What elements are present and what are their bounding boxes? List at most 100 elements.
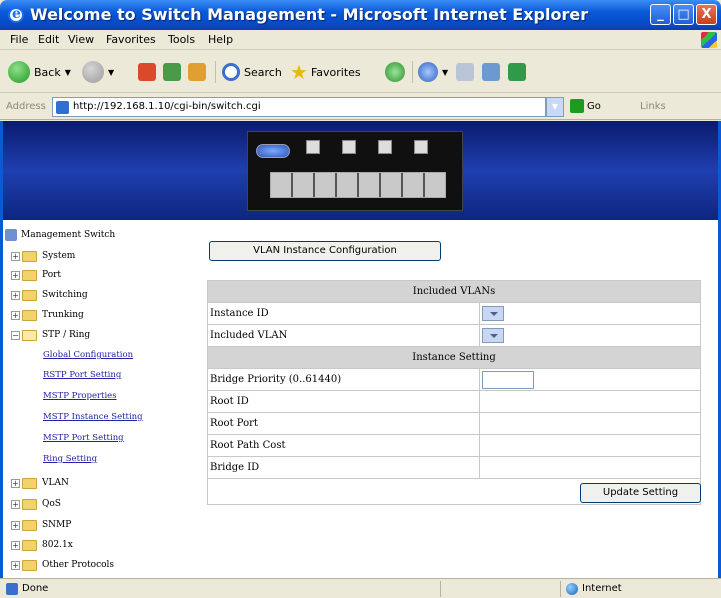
bridge-priority-input[interactable] — [482, 370, 534, 389]
minimize-button[interactable]: _ — [650, 4, 671, 25]
window-titlebar[interactable]: Welcome to Switch Management - Microsoft… — [0, 0, 721, 30]
tree-item-snmp[interactable]: + SNMP — [11, 517, 71, 533]
links-button[interactable]: Links — [640, 101, 666, 112]
tree-item-label: Port — [42, 270, 62, 280]
menu-help[interactable]: Help — [208, 33, 233, 46]
link-mstp-instance-setting[interactable]: MSTP Instance Setting — [43, 412, 143, 422]
included-vlan-label: Included VLAN — [207, 324, 480, 347]
back-dropdown-icon: ▼ — [64, 67, 71, 77]
link-mstp-properties[interactable]: MSTP Properties — [43, 391, 117, 401]
messenger-button[interactable] — [508, 59, 530, 85]
tree-item-qos[interactable]: + QoS — [11, 496, 61, 512]
tree-item-label: System — [42, 251, 76, 261]
search-icon — [222, 63, 240, 81]
home-icon — [188, 63, 206, 81]
expand-icon[interactable]: + — [11, 540, 20, 550]
close-button[interactable]: X — [696, 4, 717, 25]
menu-file[interactable]: File — [10, 33, 28, 46]
maximize-button[interactable]: □ — [673, 4, 694, 25]
tree-item-8021x[interactable]: + 802.1x — [11, 537, 73, 553]
status-bar: Done Internet — [0, 578, 721, 598]
tree-item-stp-ring[interactable]: − STP / Ring — [11, 327, 90, 343]
main-pane: VLAN Instance Configuration Included VLA… — [203, 223, 718, 578]
port-led-icon — [342, 140, 356, 154]
root-id-value — [479, 390, 701, 413]
tree-item-label: Switching — [42, 290, 88, 300]
tree-item-switching[interactable]: + Switching — [11, 287, 88, 303]
expand-icon[interactable]: + — [11, 560, 20, 570]
tree-item-port[interactable]: + Port — [11, 267, 61, 283]
tree-item-other-protocols[interactable]: + Other Protocols — [11, 557, 114, 573]
switch-banner — [3, 121, 718, 220]
toolbar: Back ▼ ▼ Search ★ Favorites ▼ — [0, 51, 721, 93]
link-global-configuration[interactable]: Global Configuration — [43, 350, 133, 360]
favorites-button[interactable]: ★ Favorites — [290, 59, 361, 85]
root-id-label: Root ID — [207, 390, 480, 413]
go-button[interactable]: Go — [570, 99, 601, 113]
window-title: Welcome to Switch Management - Microsoft… — [30, 5, 589, 24]
home-button[interactable] — [188, 59, 210, 85]
mail-button[interactable]: ▼ — [418, 59, 448, 85]
expand-icon[interactable]: + — [11, 310, 20, 320]
expand-icon[interactable]: + — [11, 478, 20, 488]
back-button[interactable]: Back ▼ — [8, 59, 71, 85]
address-label: Address — [6, 101, 46, 112]
switch-device-image — [247, 131, 463, 211]
open-folder-icon — [22, 329, 37, 341]
forward-dropdown-icon: ▼ — [108, 67, 115, 77]
folder-icon — [22, 519, 37, 531]
menu-tools[interactable]: Tools — [168, 33, 195, 46]
refresh-button[interactable] — [163, 59, 185, 85]
included-vlan-cell — [479, 324, 701, 347]
mail-dropdown-icon: ▼ — [442, 67, 449, 77]
vlan-instance-configuration-button[interactable]: VLAN Instance Configuration — [209, 241, 441, 261]
security-zone: Internet — [582, 583, 622, 594]
search-label: Search — [244, 65, 282, 79]
folder-icon — [22, 477, 37, 489]
instance-id-select[interactable] — [482, 306, 504, 321]
search-button[interactable]: Search — [222, 59, 282, 85]
root-path-cost-value — [479, 434, 701, 457]
address-input[interactable]: http://192.168.1.10/cgi-bin/switch.cgi — [52, 97, 546, 117]
stop-button[interactable] — [138, 59, 160, 85]
menu-favorites[interactable]: Favorites — [106, 33, 156, 46]
bridge-id-value — [479, 456, 701, 479]
tree-item-label: Trunking — [42, 310, 84, 320]
update-setting-button[interactable]: Update Setting — [580, 483, 701, 503]
link-ring-setting[interactable]: Ring Setting — [43, 454, 97, 464]
expand-icon[interactable]: + — [11, 290, 20, 300]
port-led-icon — [414, 140, 428, 154]
tree-item-vlan[interactable]: + VLAN — [11, 475, 69, 491]
page-icon — [56, 101, 69, 114]
menu-edit[interactable]: Edit — [38, 33, 59, 46]
refresh-icon — [163, 63, 181, 81]
tree-item-trunking[interactable]: + Trunking — [11, 307, 84, 323]
instance-id-cell — [479, 302, 701, 325]
history-button[interactable] — [385, 59, 409, 85]
expand-icon[interactable]: + — [11, 270, 20, 280]
page-content: Management Switch + System + Port + Swit… — [0, 121, 721, 578]
go-arrow-icon — [570, 99, 584, 113]
expand-icon[interactable]: + — [11, 251, 20, 261]
tree-item-system[interactable]: + System — [11, 248, 75, 264]
sidebar-tree: Management Switch + System + Port + Swit… — [3, 223, 198, 578]
expand-icon[interactable]: + — [11, 520, 20, 530]
collapse-icon[interactable]: − — [11, 330, 20, 340]
link-rstp-port-setting[interactable]: RSTP Port Setting — [43, 370, 121, 380]
print-button[interactable] — [456, 59, 478, 85]
link-mstp-port-setting[interactable]: MSTP Port Setting — [43, 433, 124, 443]
stop-icon — [138, 63, 156, 81]
included-vlan-select[interactable] — [482, 328, 504, 343]
folder-icon — [22, 539, 37, 551]
expand-icon[interactable]: + — [11, 499, 20, 509]
menu-view[interactable]: View — [68, 33, 94, 46]
tree-item-label: SNMP — [42, 520, 72, 530]
folder-icon — [22, 309, 37, 321]
computer-icon — [5, 229, 17, 241]
go-label: Go — [587, 101, 601, 112]
edit-button[interactable] — [482, 59, 504, 85]
tree-root[interactable]: Management Switch — [5, 227, 115, 243]
address-dropdown-button[interactable]: ▼ — [546, 97, 564, 117]
forward-button[interactable]: ▼ — [82, 59, 114, 85]
ethernet-ports-icon — [270, 172, 446, 198]
